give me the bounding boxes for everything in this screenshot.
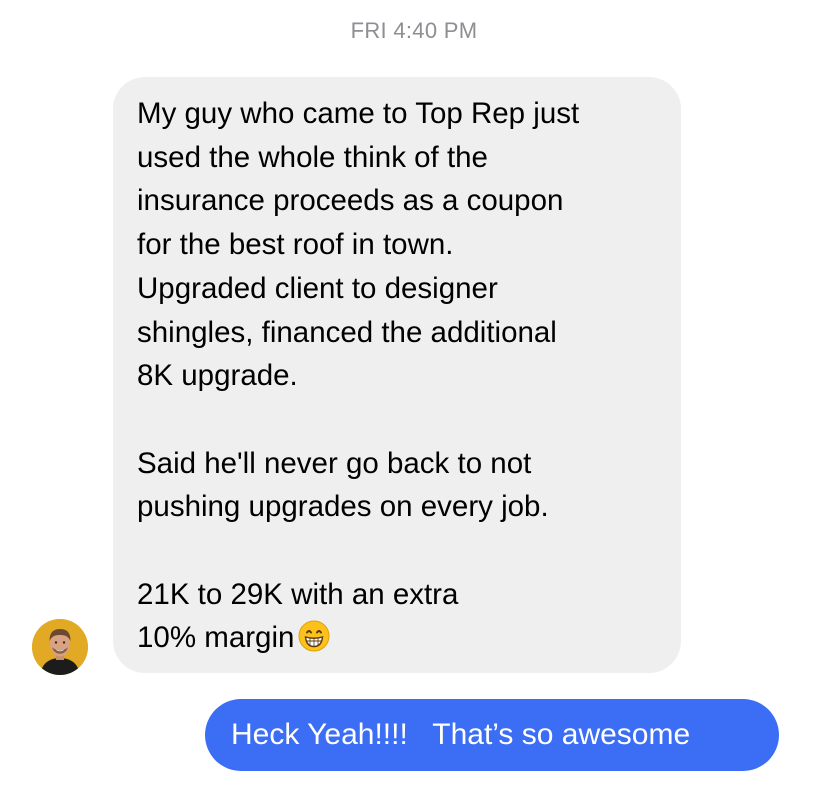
outgoing-message-bubble[interactable]: Heck Yeah!!!! That’s so awesome: [205, 699, 779, 771]
message-timestamp: FRI 4:40 PM: [350, 18, 478, 43]
grinning-face-emoji-icon: [298, 620, 330, 665]
incoming-message-bubble[interactable]: My guy who came to Top Rep just used the…: [113, 77, 681, 673]
message-paragraph: My guy who came to Top Rep just used the…: [137, 97, 580, 393]
person-avatar-icon: [32, 619, 88, 675]
sender-avatar[interactable]: [32, 619, 88, 675]
message-paragraph-last: 21K to 29K with an extra 10% margin: [137, 573, 659, 665]
message-paragraph: Said he'll never go back to not pushing …: [137, 446, 549, 524]
